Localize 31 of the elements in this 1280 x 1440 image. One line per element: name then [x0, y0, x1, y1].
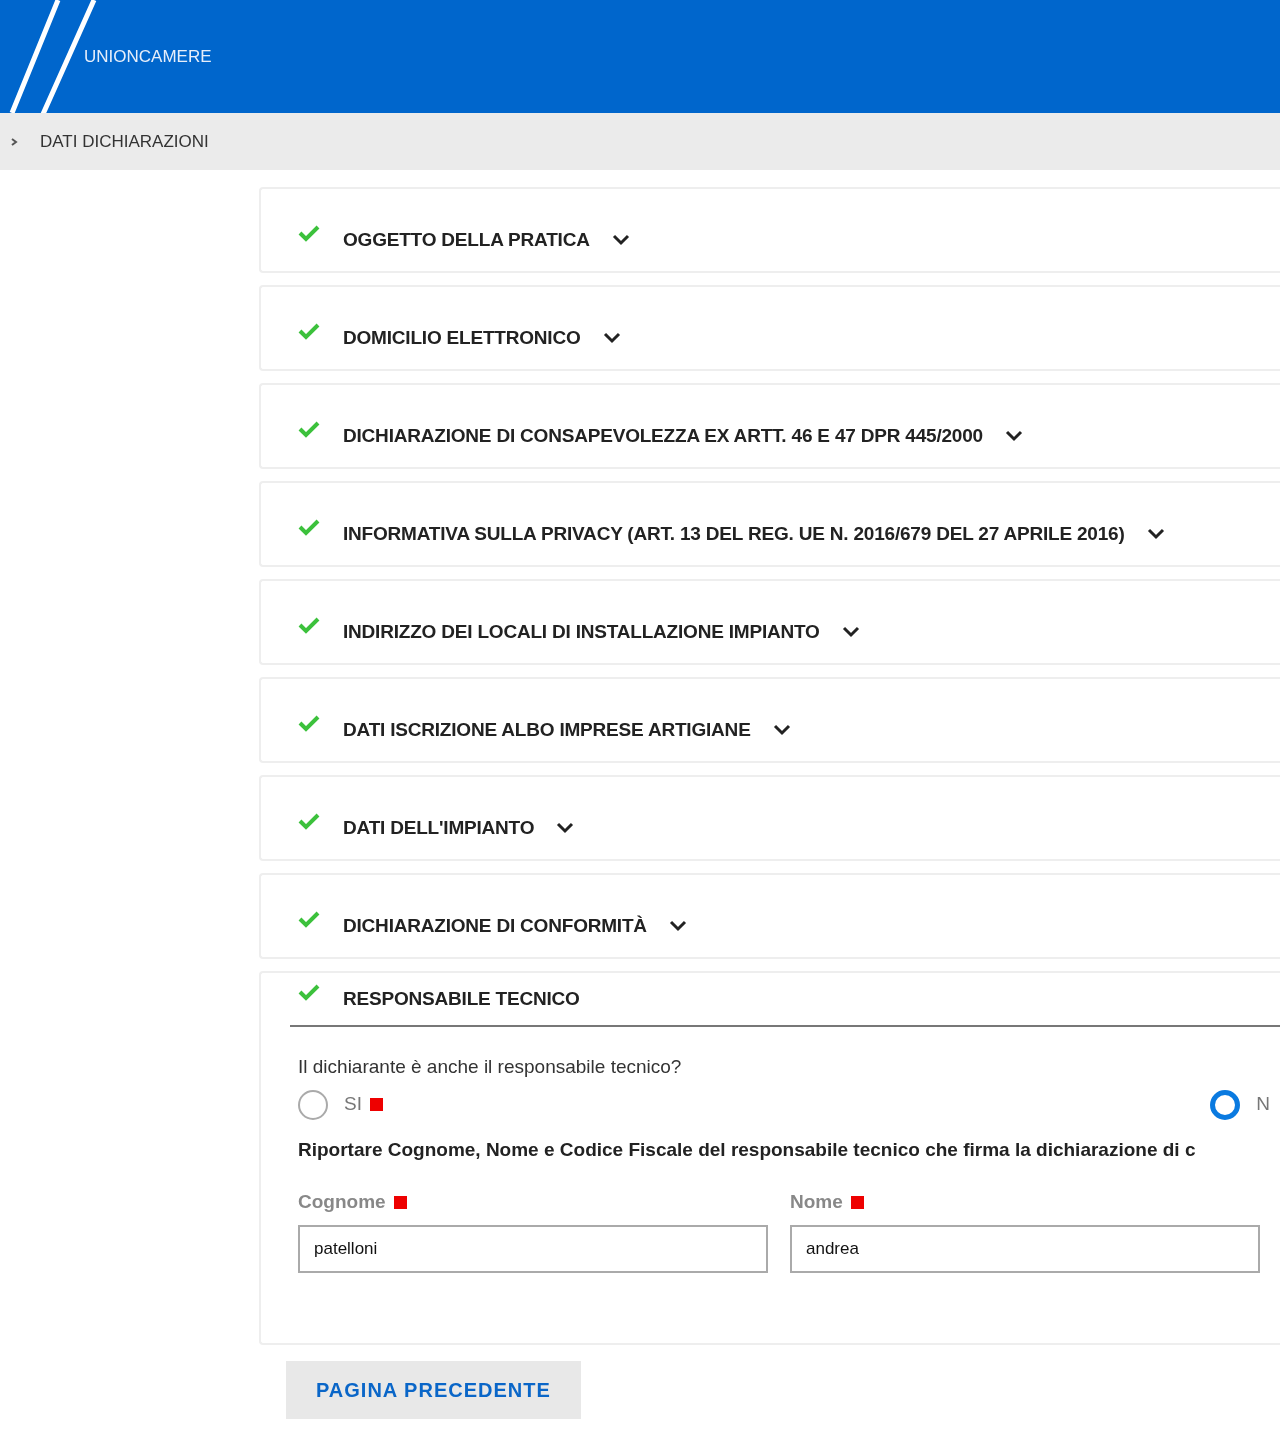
section-title[interactable]: INFORMATIVA SULLA PRIVACY (ART. 13 DEL REG. UE N. 2016/679 DEL 27 APRILE 2016): [343, 519, 1125, 549]
chevron-down-icon[interactable]: [556, 822, 575, 834]
radio-button[interactable]: [298, 1089, 328, 1120]
previous-page-button[interactable]: PAGINA PRECEDENTE: [286, 1360, 581, 1419]
field-label: Cognome: [298, 1190, 386, 1214]
radio-label[interactable]: SI: [344, 1090, 362, 1119]
section-title[interactable]: RESPONSABILE TECNICO: [343, 984, 580, 1014]
section-title[interactable]: DATI DELL'IMPIANTO: [343, 813, 535, 843]
radio-label[interactable]: N: [1256, 1090, 1270, 1119]
instruction-text: Riportare Cognome, Nome e Codice Fiscale del responsabile tecnico che firma la dichiarazione di c: [298, 1137, 1197, 1162]
chevron-down-icon[interactable]: [772, 724, 791, 736]
radio-button[interactable]: [1210, 1089, 1241, 1120]
brand-logo-text[interactable]: UNIONCAMERE: [84, 43, 212, 70]
chevron-down-icon[interactable]: [1146, 528, 1165, 540]
section-title[interactable]: DATI ISCRIZIONE ALBO IMPRESE ARTIGIANE: [343, 715, 751, 745]
text-input-field[interactable]: patelloni: [298, 1224, 768, 1273]
field-label: Nome: [790, 1190, 843, 1214]
text-input-field[interactable]: andrea: [790, 1224, 1260, 1273]
section-title[interactable]: INDIRIZZO DEI LOCALI DI INSTALLAZIONE IMPIANTO: [343, 617, 820, 647]
section-title[interactable]: DOMICILIO ELETTRONICO: [343, 323, 581, 353]
breadcrumb-label[interactable]: DATI DICHIARAZIONI: [40, 128, 209, 155]
chevron-down-icon[interactable]: [841, 626, 860, 638]
section-title[interactable]: OGGETTO DELLA PRATICA: [343, 225, 590, 255]
section-title[interactable]: DICHIARAZIONE DI CONFORMITÀ: [343, 911, 647, 941]
chevron-down-icon[interactable]: [668, 920, 687, 932]
section-title[interactable]: DICHIARAZIONE DI CONSAPEVOLEZZA EX ARTT. 46 E 47 DPR 445/2000: [343, 421, 983, 451]
chevron-down-icon[interactable]: [1004, 430, 1023, 442]
chevron-down-icon[interactable]: [602, 332, 621, 344]
chevron-right-icon: [10, 136, 18, 147]
chevron-down-icon[interactable]: [611, 234, 630, 246]
question-text: Il dichiarante è anche il responsabile tecnico?: [298, 1055, 683, 1079]
